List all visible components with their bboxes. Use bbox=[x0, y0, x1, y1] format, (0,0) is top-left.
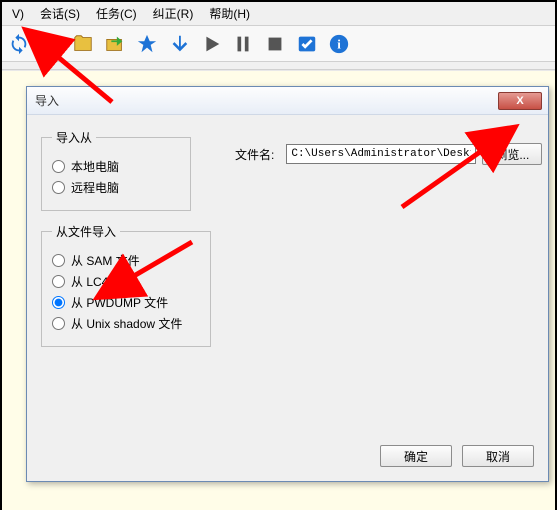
radio-lc4-label: 从 LC4 文件 bbox=[71, 273, 136, 290]
check-icon[interactable] bbox=[294, 31, 320, 57]
radio-local[interactable] bbox=[52, 160, 65, 173]
refresh-icon[interactable] bbox=[6, 31, 32, 57]
play-icon[interactable] bbox=[198, 31, 224, 57]
stop-icon[interactable] bbox=[262, 31, 288, 57]
radio-pwdump-label: 从 PWDUMP 文件 bbox=[71, 294, 168, 311]
svg-text:i: i bbox=[337, 37, 341, 51]
filename-input[interactable] bbox=[286, 144, 476, 164]
dialog-title: 导入 bbox=[35, 92, 59, 109]
info-icon[interactable]: i bbox=[326, 31, 352, 57]
radio-local-label: 本地电脑 bbox=[71, 158, 119, 175]
radio-sam-label: 从 SAM 文件 bbox=[71, 252, 140, 269]
radio-unix-label: 从 Unix shadow 文件 bbox=[71, 315, 182, 332]
wizard-icon[interactable] bbox=[134, 31, 160, 57]
radio-lc4[interactable] bbox=[52, 275, 65, 288]
close-button[interactable]: X bbox=[498, 92, 542, 110]
menu-view[interactable]: V) bbox=[4, 5, 32, 23]
ok-button[interactable]: 确定 bbox=[380, 445, 452, 467]
radio-unix[interactable] bbox=[52, 317, 65, 330]
close-icon: X bbox=[516, 95, 523, 107]
menubar: V) 会话(S) 任务(C) 纠正(R) 帮助(H) bbox=[2, 2, 555, 26]
radio-remote[interactable] bbox=[52, 181, 65, 194]
radio-pwdump[interactable] bbox=[52, 296, 65, 309]
group-import-from-legend: 导入从 bbox=[52, 129, 96, 146]
import-dialog: 导入 X 导入从 本地电脑 远程电脑 从文件导入 从 SAM 文件 bbox=[26, 86, 549, 482]
folder-icon[interactable] bbox=[70, 31, 96, 57]
cancel-button[interactable]: 取消 bbox=[462, 445, 534, 467]
menu-task[interactable]: 任务(C) bbox=[88, 3, 145, 24]
dialog-titlebar: 导入 X bbox=[27, 87, 548, 115]
group-import-from: 导入从 本地电脑 远程电脑 bbox=[41, 129, 191, 211]
browse-button[interactable]: 浏览... bbox=[482, 143, 542, 165]
toolbar: i bbox=[2, 26, 555, 62]
menu-help[interactable]: 帮助(H) bbox=[201, 3, 258, 24]
group-import-file: 从文件导入 从 SAM 文件 从 LC4 文件 从 PWDUMP 文件 从 Un… bbox=[41, 223, 211, 347]
pause-icon[interactable] bbox=[230, 31, 256, 57]
open-icon[interactable] bbox=[38, 31, 64, 57]
radio-sam[interactable] bbox=[52, 254, 65, 267]
menu-session[interactable]: 会话(S) bbox=[32, 3, 88, 24]
menu-correct[interactable]: 纠正(R) bbox=[145, 3, 202, 24]
export-icon[interactable] bbox=[102, 31, 128, 57]
radio-remote-label: 远程电脑 bbox=[71, 179, 119, 196]
group-import-file-legend: 从文件导入 bbox=[52, 223, 120, 240]
filename-label: 文件名: bbox=[235, 146, 274, 163]
down-icon[interactable] bbox=[166, 31, 192, 57]
